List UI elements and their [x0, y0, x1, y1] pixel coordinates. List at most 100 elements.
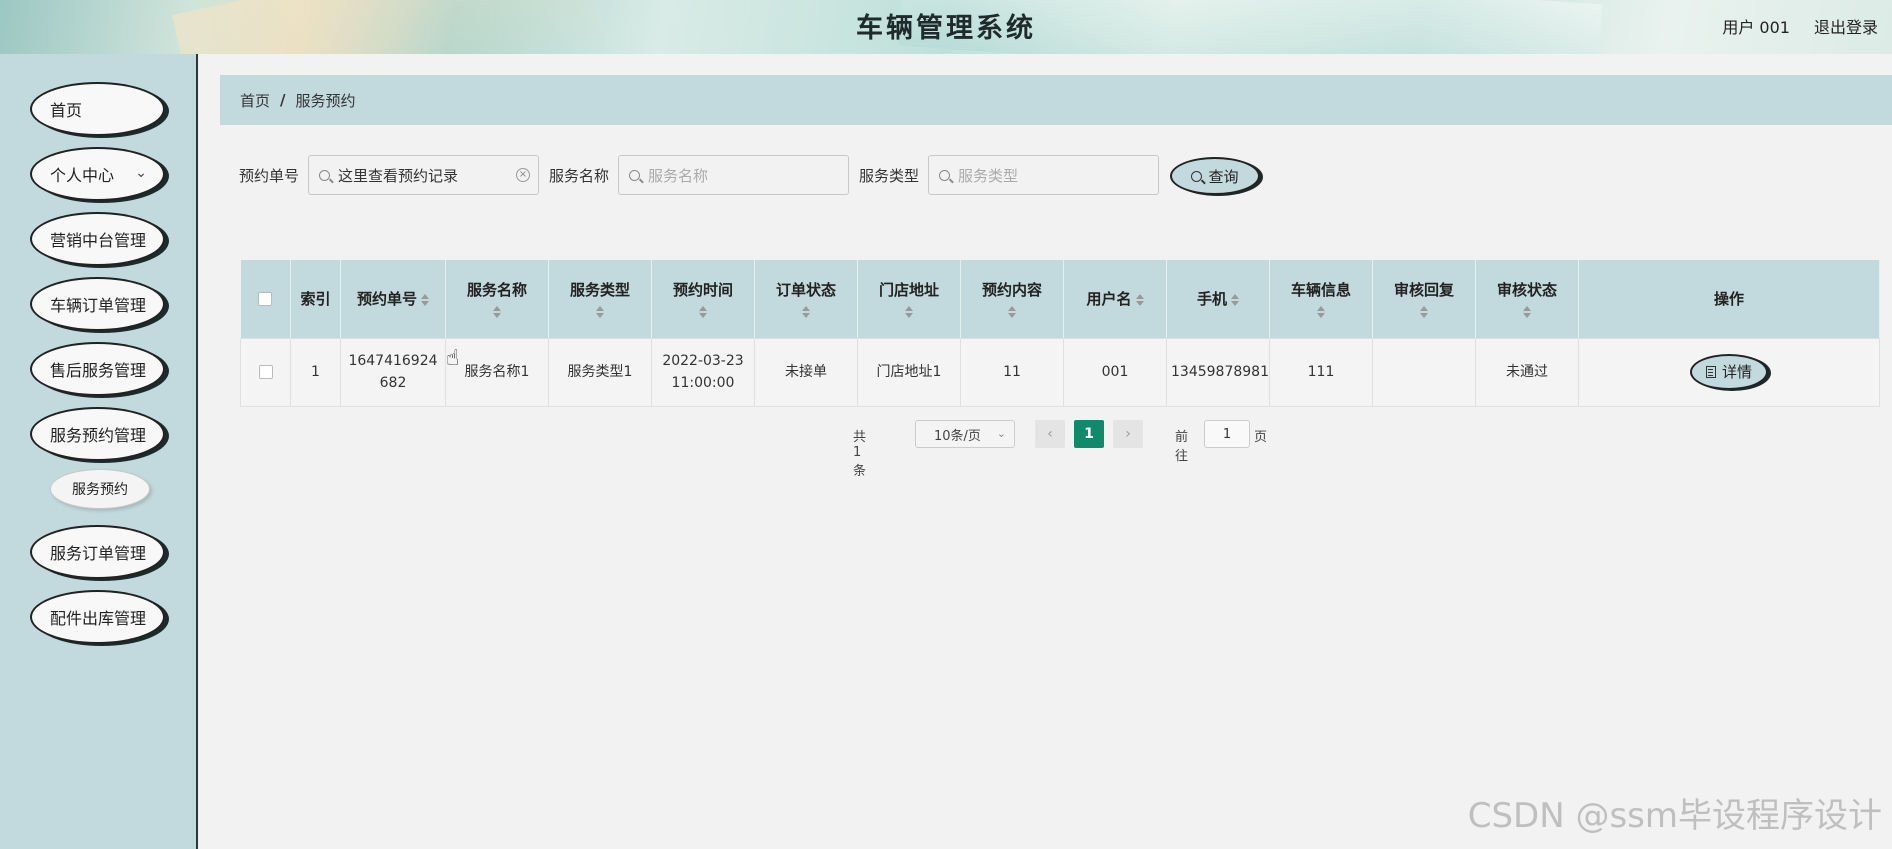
query-button-label: 查询	[1208, 167, 1239, 186]
breadcrumb-home[interactable]: 首页	[240, 90, 270, 111]
breadcrumb: 首页 / 服务预约	[220, 75, 1892, 125]
sidebar-item-home[interactable]: 首页	[30, 82, 165, 136]
app-title: 车辆管理系统	[856, 13, 1036, 44]
search-bar: 预约单号 这里查看预约记录 × 服务名称 服务名称 服务类型 服务类型 查询	[239, 155, 1339, 195]
sidebar-item-label: 售后服务管理	[50, 361, 147, 380]
col-header-time[interactable]: 预约时间	[651, 260, 755, 339]
search-icon	[939, 169, 950, 181]
sort-icon[interactable]	[1274, 306, 1368, 319]
breadcrumb-current: 服务预约	[295, 91, 356, 110]
sidebar-subitem-label: 服务预约	[72, 482, 128, 498]
sidebar-item-personal-center[interactable]: 个人中心 ⌄	[30, 147, 165, 201]
user-label[interactable]: 用户 001	[1722, 14, 1790, 38]
sidebar-item-vehicle-orders[interactable]: 车辆订单管理	[30, 277, 165, 331]
sidebar-subitem-service-booking[interactable]: 服务预约	[50, 469, 150, 509]
sidebar-item-label: 服务订单管理	[50, 544, 147, 563]
col-header-store-address[interactable]: 门店地址	[857, 260, 961, 339]
col-header-order-status[interactable]: 订单状态	[754, 260, 858, 339]
col-header-content[interactable]: 预约内容	[960, 260, 1064, 339]
row-checkbox[interactable]	[258, 365, 273, 379]
user-area: 用户 001 退出登录	[1722, 14, 1878, 38]
chevron-left-icon: ‹	[1047, 426, 1053, 442]
col-header-username[interactable]: 用户名	[1063, 260, 1167, 339]
cell-vehicle: 111	[1269, 337, 1373, 407]
select-all-checkbox[interactable]	[258, 292, 273, 307]
chevron-right-icon: ›	[1125, 426, 1131, 442]
header-bar: 车辆管理系统 用户 001 退出登录	[0, 0, 1892, 54]
col-header-phone[interactable]: 手机	[1166, 260, 1270, 339]
goto-page-input[interactable]	[1204, 420, 1250, 448]
cell-action: 详情	[1578, 337, 1880, 407]
next-page-button[interactable]: ›	[1113, 420, 1143, 448]
booking-table: 索引 预约单号 服务名称 服务类型 预约时间 订单状态 门店地址 预约内容 用户…	[240, 260, 1880, 407]
sidebar-item-parts-outbound[interactable]: 配件出库管理	[30, 590, 165, 644]
page-number-button[interactable]: 1	[1074, 420, 1104, 448]
select-all-cell	[240, 260, 291, 339]
sidebar-item-marketing[interactable]: 营销中台管理	[30, 212, 165, 266]
sidebar-item-label: 个人中心	[50, 166, 115, 185]
cell-phone: 13459878981	[1166, 337, 1270, 407]
cell-order-status: 未接单	[754, 337, 858, 407]
sort-icon[interactable]	[862, 306, 956, 319]
cell-content: 11	[960, 337, 1064, 407]
cell-index: 1	[290, 337, 341, 407]
cell-time: 2022-03-23 11:00:00	[651, 337, 755, 407]
cell-username: 001	[1063, 337, 1167, 407]
search-icon	[629, 169, 640, 181]
sidebar-item-service-orders[interactable]: 服务订单管理	[30, 525, 165, 579]
page-size-select[interactable]: 10条/页 ⌄	[915, 420, 1015, 448]
sort-icon[interactable]	[1480, 306, 1574, 319]
col-header-review-status[interactable]: 审核状态	[1475, 260, 1579, 339]
col-header-review-reply[interactable]: 审核回复	[1372, 260, 1476, 339]
table-header-row: 索引 预约单号 服务名称 服务类型 预约时间 订单状态 门店地址 预约内容 用户…	[240, 260, 1880, 339]
sidebar-item-after-sales[interactable]: 售后服务管理	[30, 342, 165, 396]
chevron-down-icon: ⌄	[996, 427, 1006, 440]
cell-order-no: 1647416924682	[340, 337, 446, 407]
col-header-index: 索引	[290, 260, 341, 339]
sidebar: 首页 个人中心 ⌄ 营销中台管理 车辆订单管理 售后服务管理 服务预约管理 服务预…	[0, 54, 198, 849]
sidebar-item-label: 首页	[50, 101, 83, 120]
col-header-service-type[interactable]: 服务类型	[548, 260, 652, 339]
service-name-placeholder: 服务名称	[648, 166, 709, 185]
chevron-down-icon: ⌄	[135, 165, 147, 181]
sort-icon[interactable]	[1231, 293, 1239, 306]
watermark: CSDN @ssm毕设程序设计	[1467, 796, 1882, 836]
query-button[interactable]: 查询	[1170, 157, 1260, 195]
prev-page-button[interactable]: ‹	[1035, 420, 1065, 448]
clear-icon[interactable]: ×	[516, 168, 530, 182]
col-header-service-name[interactable]: 服务名称	[445, 260, 549, 339]
sort-icon[interactable]	[1377, 306, 1471, 319]
sort-icon[interactable]	[450, 306, 544, 319]
sort-icon[interactable]	[421, 293, 429, 306]
col-header-order-no[interactable]: 预约单号	[340, 260, 446, 339]
cell-service-type: 服务类型1	[548, 337, 652, 407]
sidebar-item-service-booking[interactable]: 服务预约管理	[30, 407, 165, 461]
logout-link[interactable]: 退出登录	[1814, 14, 1878, 38]
goto-label: 前往	[1175, 430, 1189, 464]
cell-service-name: 服务名称1	[445, 337, 549, 407]
search-icon	[319, 169, 330, 181]
service-type-input[interactable]: 服务类型	[928, 155, 1159, 195]
sort-icon[interactable]	[965, 306, 1059, 319]
sort-icon[interactable]	[656, 306, 750, 319]
service-name-input[interactable]: 服务名称	[618, 155, 849, 195]
sort-icon[interactable]	[553, 306, 647, 319]
sort-icon[interactable]	[1135, 293, 1144, 306]
cell-review-reply	[1372, 337, 1476, 407]
table-row: 1 1647416924682 服务名称1 服务类型1 2022-03-23 1…	[240, 337, 1880, 407]
col-header-action: 操作	[1578, 260, 1880, 339]
cell-store-address: 门店地址1	[857, 337, 961, 407]
col-header-vehicle[interactable]: 车辆信息	[1269, 260, 1373, 339]
detail-button[interactable]: 详情	[1690, 354, 1768, 390]
order-no-input[interactable]: 这里查看预约记录 ×	[308, 155, 539, 195]
sort-icon[interactable]	[759, 306, 853, 319]
order-no-label: 预约单号	[239, 167, 300, 185]
sidebar-item-label: 营销中台管理	[50, 231, 147, 250]
row-select-cell	[240, 337, 291, 407]
page-size-value: 10条/页	[934, 428, 981, 444]
detail-button-label: 详情	[1721, 363, 1752, 381]
service-name-label: 服务名称	[549, 167, 610, 185]
document-icon	[1705, 366, 1716, 378]
breadcrumb-separator: /	[280, 91, 286, 109]
cell-review-status: 未通过	[1475, 337, 1579, 407]
